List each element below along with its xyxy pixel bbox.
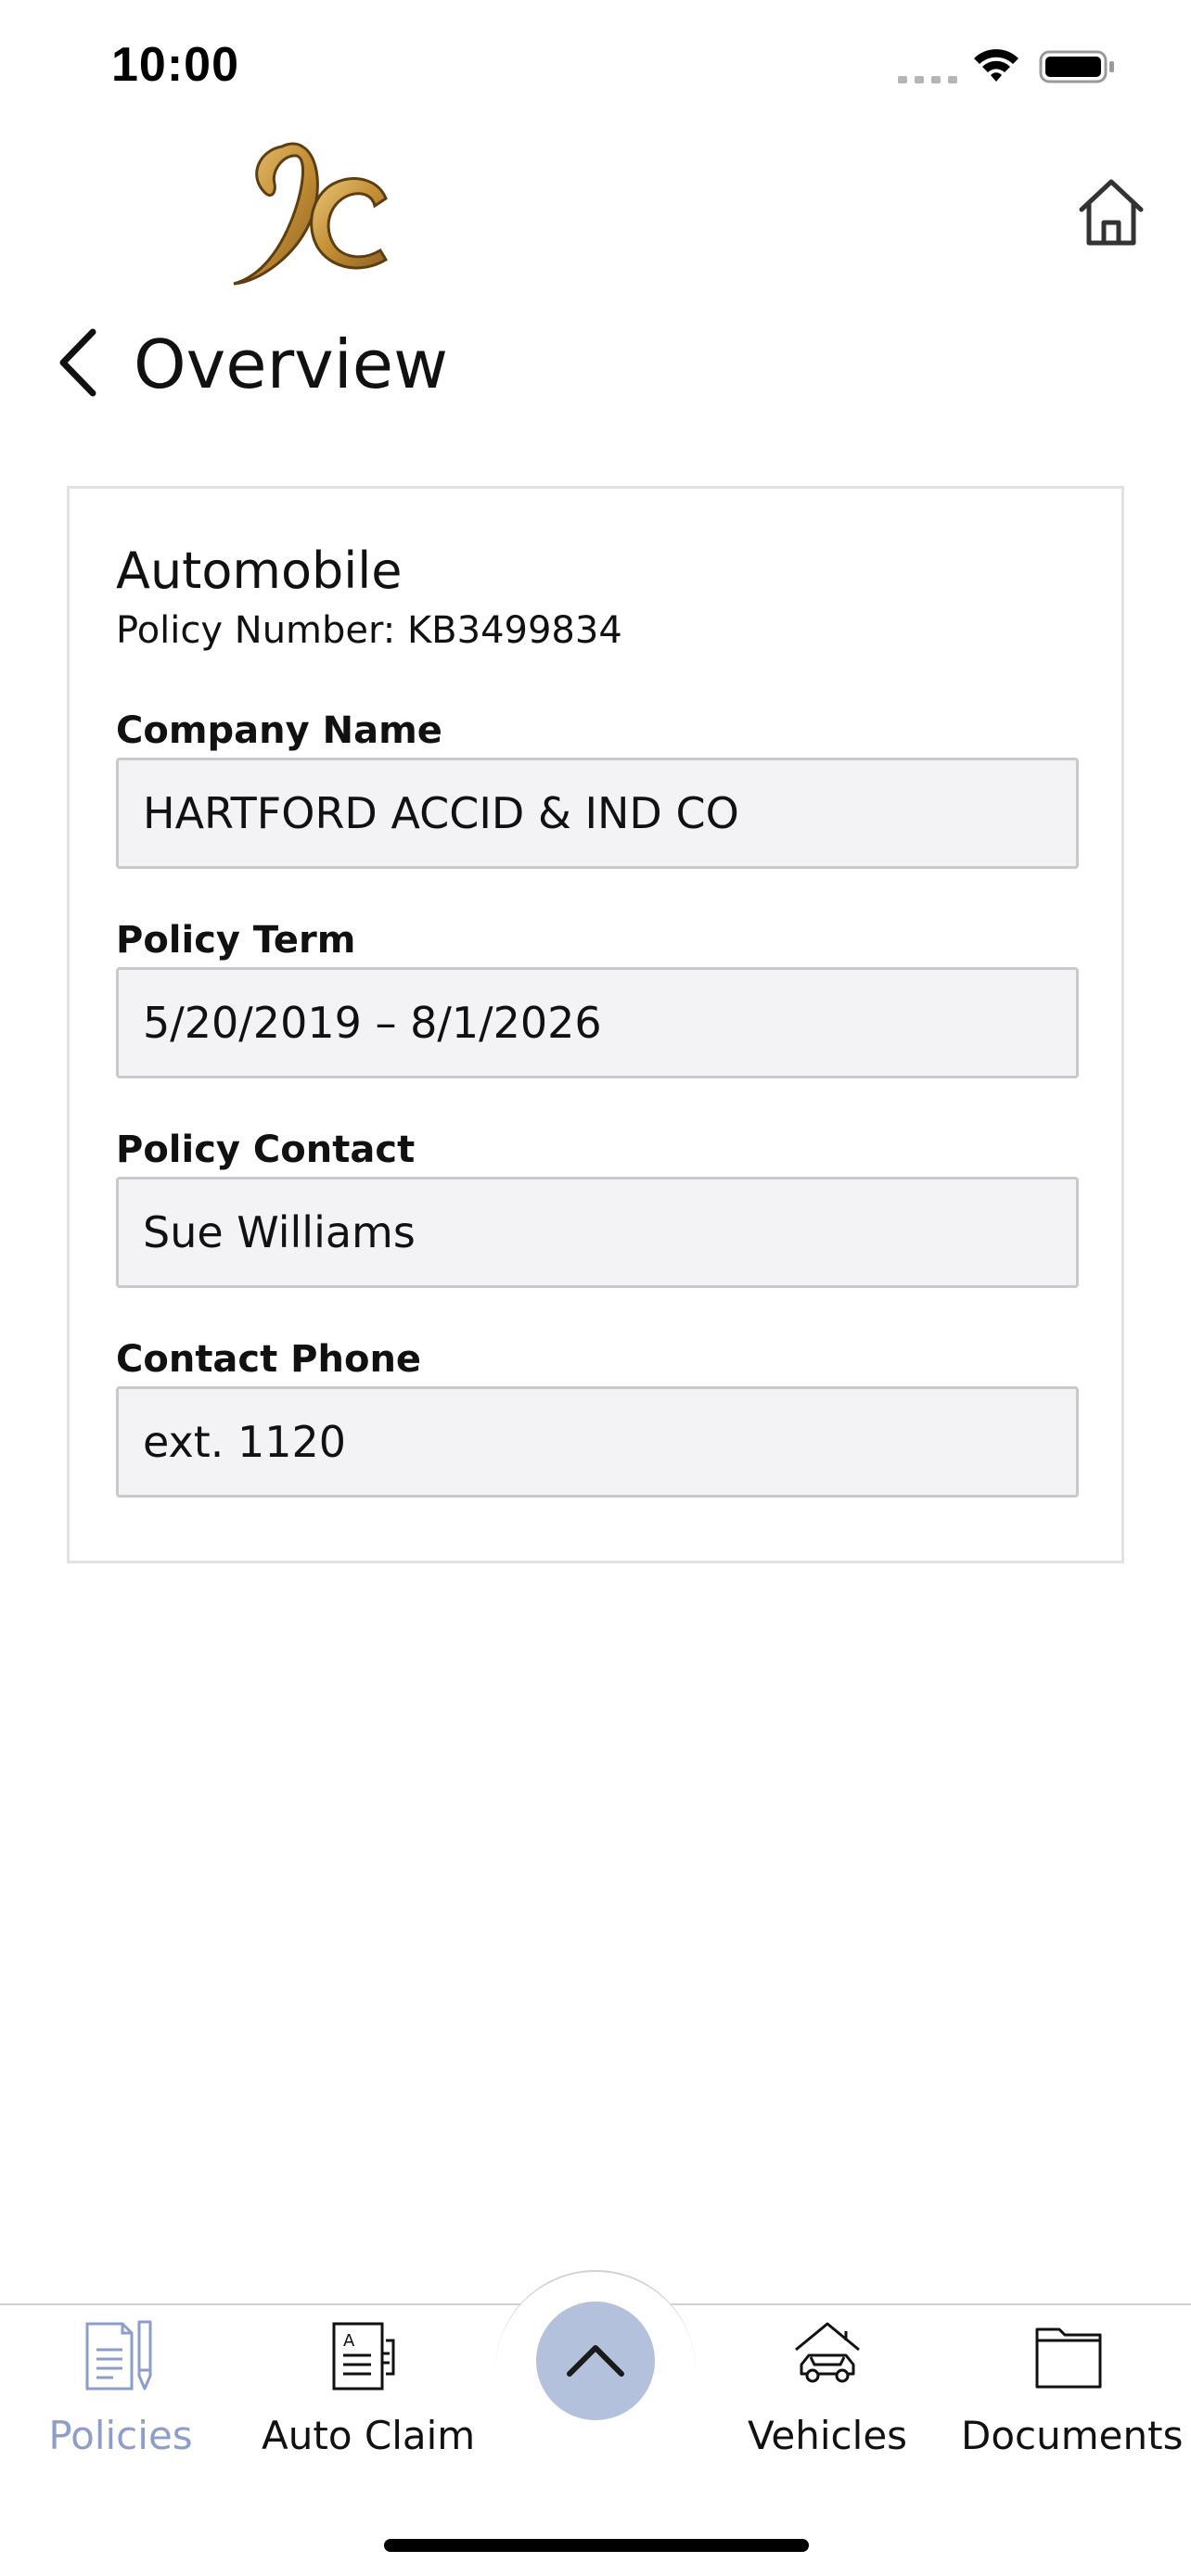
policy-card: Automobile Policy Number: KB3499834 Comp… <box>67 486 1124 1563</box>
page-title: Overview <box>134 325 448 403</box>
overview-screen: 10:00 Overview Automobile Policy Number:… <box>0 0 1191 2576</box>
kc-monogram-logo <box>233 142 389 286</box>
contact-phone-field[interactable]: ext. 1120 <box>116 1386 1079 1498</box>
tab-auto-claim-label: Auto Claim <box>262 2413 476 2458</box>
policy-type: Automobile <box>116 542 403 600</box>
tab-auto-claim[interactable]: A Auto Claim <box>262 2315 476 2472</box>
tab-vehicles-label: Vehicles <box>747 2413 908 2458</box>
policy-term-label: Policy Term <box>116 919 356 962</box>
expand-menu-button[interactable] <box>536 2302 655 2420</box>
chevron-up-icon <box>567 2345 624 2377</box>
policy-document-icon <box>85 2320 152 2391</box>
claim-form-icon: A <box>332 2322 395 2391</box>
tab-documents-label: Documents <box>961 2413 1184 2458</box>
car-garage-icon <box>795 2322 860 2383</box>
folder-icon <box>1035 2327 1102 2389</box>
tab-documents[interactable]: Documents <box>961 2315 1184 2472</box>
tab-policies-label: Policies <box>48 2413 193 2458</box>
policy-contact-label: Policy Contact <box>116 1129 416 1171</box>
tab-policies[interactable]: Policies <box>37 2315 204 2472</box>
policy-term-value: 5/20/2019 – 8/1/2026 <box>143 998 602 1048</box>
company-name-field[interactable]: HARTFORD ACCID & IND CO <box>116 758 1079 869</box>
wifi-icon <box>974 49 1018 82</box>
contact-phone-value: ext. 1120 <box>143 1417 347 1467</box>
tab-vehicles[interactable]: Vehicles <box>742 2315 913 2472</box>
svg-text:A: A <box>343 2331 355 2351</box>
policy-number: Policy Number: KB3499834 <box>116 609 622 652</box>
status-time: 10:00 <box>111 38 239 92</box>
company-name-value: HARTFORD ACCID & IND CO <box>143 788 739 838</box>
company-name-label: Company Name <box>116 709 442 752</box>
contact-phone-label: Contact Phone <box>116 1338 422 1381</box>
home-icon[interactable] <box>1076 176 1146 249</box>
cellular-signal-icon <box>898 76 957 83</box>
policy-contact-field[interactable]: Sue Williams <box>116 1177 1079 1288</box>
policy-contact-value: Sue Williams <box>143 1207 416 1257</box>
battery-icon <box>1039 50 1114 83</box>
home-indicator <box>384 2539 809 2552</box>
chevron-left-icon[interactable] <box>54 326 102 399</box>
policy-term-field[interactable]: 5/20/2019 – 8/1/2026 <box>116 967 1079 1078</box>
